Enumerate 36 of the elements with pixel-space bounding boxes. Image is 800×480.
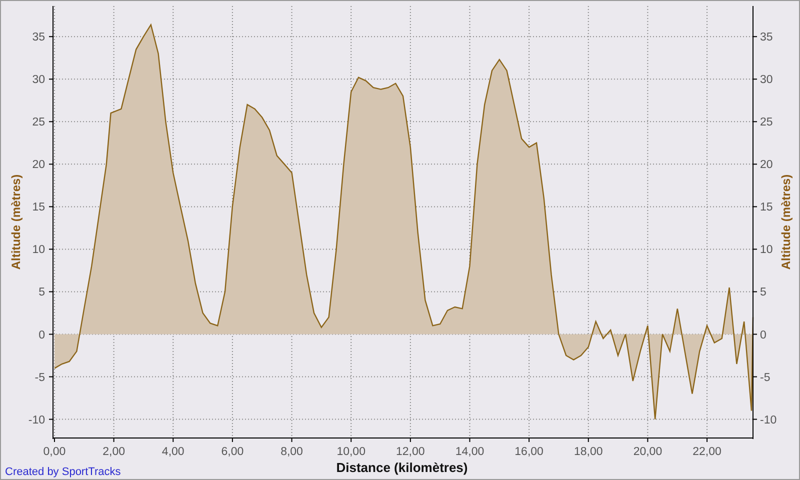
x-tick-label: 16,00 (514, 446, 544, 458)
y-tick-label: 15 (760, 202, 773, 214)
x-axis-title: Distance (kilomètres) (336, 460, 468, 475)
y-axis-title: Altitude (mètres) (779, 174, 793, 270)
y-tick-label: 20 (32, 159, 45, 172)
y-tick-label: 10 (32, 244, 45, 256)
x-tick-label: 0,00 (43, 446, 66, 458)
x-tick-label: 8,00 (280, 446, 303, 458)
x-tick-label: 22,00 (692, 446, 722, 458)
y-tick-label: -10 (28, 414, 45, 426)
y-tick-label: -5 (760, 372, 770, 384)
y-tick-label: 25 (32, 116, 45, 129)
y-tick-label: 30 (760, 74, 773, 86)
x-tick-label: 6,00 (221, 446, 244, 458)
x-tick-label: 2,00 (102, 446, 125, 458)
y-tick-label: 10 (760, 244, 773, 256)
y-tick-label: 30 (32, 74, 45, 86)
y-tick-label: 35 (760, 32, 773, 44)
y-tick-label: 15 (32, 202, 45, 214)
y-tick-label: 5 (760, 286, 766, 299)
y-tick-label: -5 (34, 372, 45, 384)
x-tick-label: 18,00 (574, 446, 603, 458)
credit-link[interactable]: Created by SportTracks (5, 466, 121, 478)
y-tick-label: -10 (760, 414, 777, 426)
y-tick-label: 0 (38, 329, 45, 342)
x-tick-label: 20,00 (633, 446, 662, 458)
y-axis-title: Altitude (mètres) (9, 174, 23, 270)
x-tick-label: 14,00 (455, 446, 484, 458)
x-tick-label: 4,00 (162, 446, 184, 458)
y-tick-label: 35 (32, 32, 45, 44)
y-tick-label: 20 (760, 159, 773, 172)
x-tick-label: 12,00 (396, 446, 425, 458)
y-tick-label: 25 (760, 116, 773, 129)
x-tick-label: 10,00 (336, 446, 366, 458)
y-tick-label: 5 (38, 286, 45, 299)
y-tick-label: 0 (760, 329, 766, 342)
